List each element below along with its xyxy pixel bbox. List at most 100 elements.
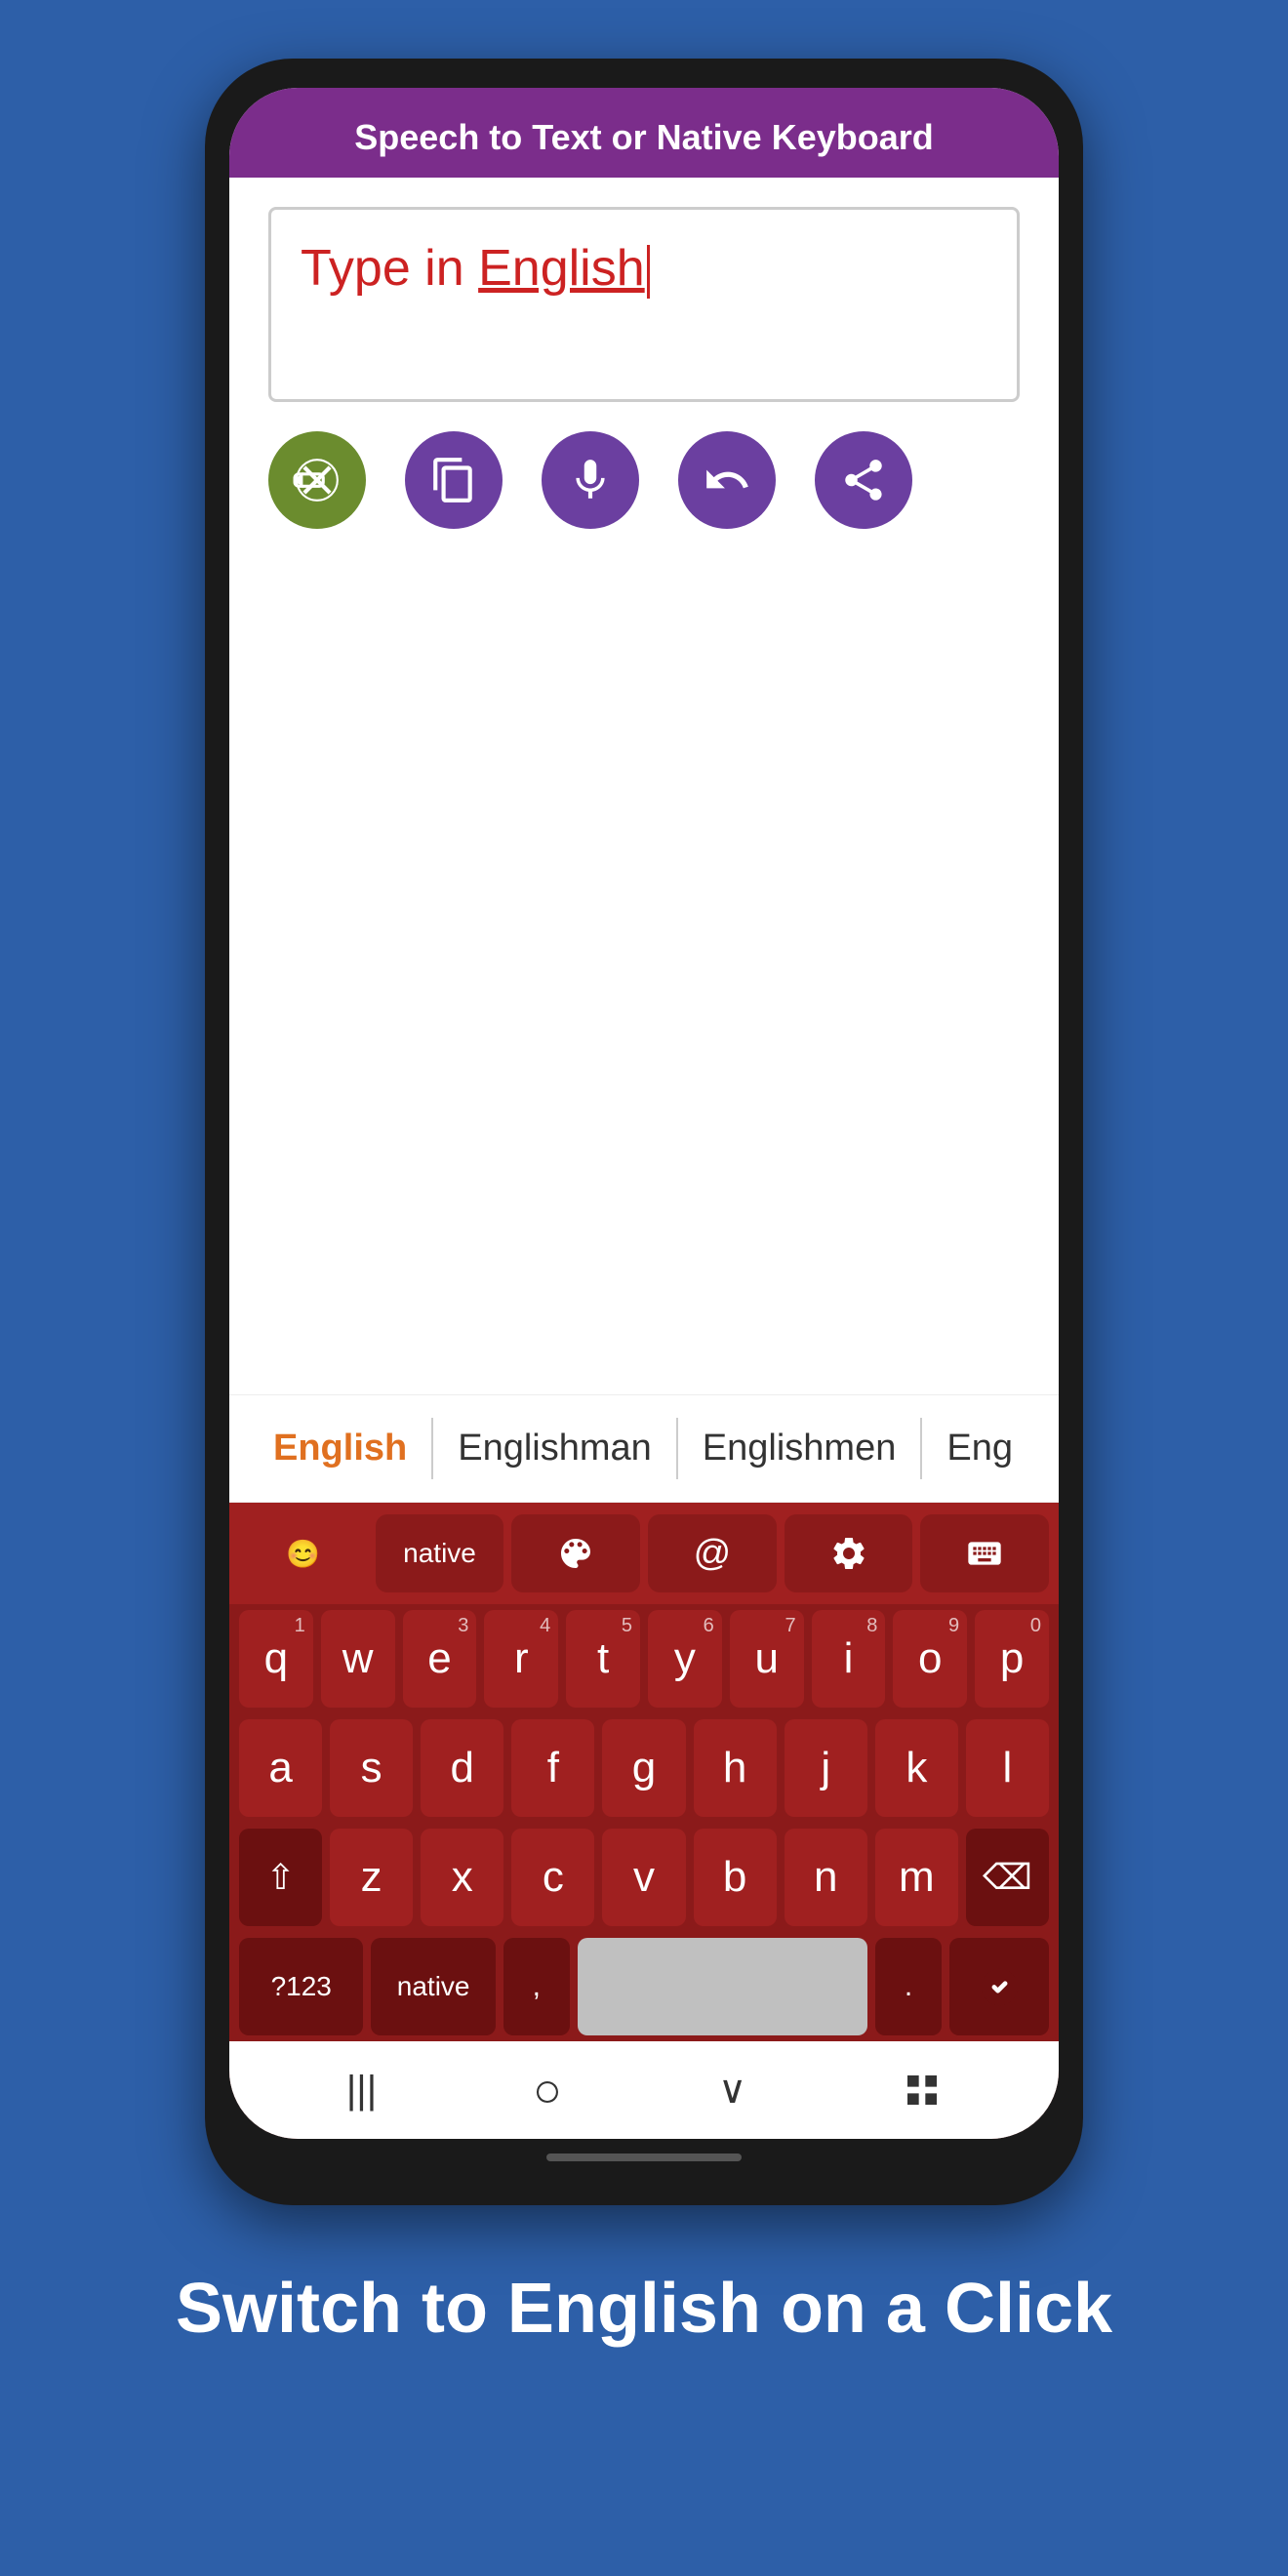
key-z[interactable]: z — [330, 1829, 413, 1926]
keyboard-switch-icon — [965, 1534, 1004, 1573]
at-button[interactable]: @ — [648, 1514, 777, 1592]
key-a[interactable]: a — [239, 1719, 322, 1817]
keyboard-row-1: 1q w 3e 4r 5t 6y 7u 8i 9o 0p — [229, 1604, 1059, 1713]
app-header: Speech to Text or Native Keyboard — [229, 88, 1059, 178]
enter-key[interactable] — [949, 1938, 1049, 2035]
settings-button[interactable] — [785, 1514, 913, 1592]
key-t-number: 5 — [622, 1615, 632, 1637]
keyboard-row-4: ?123 native , . — [229, 1932, 1059, 2041]
shift-key[interactable]: ⇧ — [239, 1829, 322, 1926]
palette-icon — [556, 1534, 595, 1573]
keyboard-switch-button[interactable] — [920, 1514, 1049, 1592]
bottom-tagline: Switch to English on a Click — [98, 2205, 1190, 2414]
key-s[interactable]: s — [330, 1719, 413, 1817]
key-u[interactable]: 7u — [730, 1610, 804, 1708]
key-f[interactable]: f — [511, 1719, 594, 1817]
suggestion-eng[interactable]: Eng — [922, 1413, 1037, 1484]
back-button[interactable]: ||| — [346, 2069, 377, 2113]
key-h[interactable]: h — [694, 1719, 777, 1817]
key-q-number: 1 — [295, 1615, 305, 1637]
at-icon: @ — [694, 1533, 732, 1575]
copy-icon — [429, 456, 478, 504]
backspace-key[interactable]: ⌫ — [966, 1829, 1049, 1926]
space-key[interactable] — [578, 1938, 867, 2035]
home-button[interactable]: ○ — [533, 2062, 562, 2118]
delete-button[interactable] — [268, 431, 366, 529]
key-m[interactable]: m — [875, 1829, 958, 1926]
key-w[interactable]: w — [321, 1610, 395, 1708]
suggestion-englishman[interactable]: Englishman — [433, 1413, 676, 1484]
emoji-button[interactable]: 😊 — [239, 1514, 368, 1592]
key-t[interactable]: 5t — [566, 1610, 640, 1708]
phone-screen: Speech to Text or Native Keyboard Type i… — [229, 88, 1059, 2139]
navigation-bar: ||| ○ ∨ — [229, 2041, 1059, 2139]
microphone-button[interactable] — [542, 431, 639, 529]
suggestions-bar: English Englishman Englishmen Eng — [229, 1394, 1059, 1503]
share-button[interactable] — [815, 431, 912, 529]
action-buttons-row — [229, 412, 1059, 548]
key-i-number: 8 — [866, 1615, 877, 1637]
key-e-number: 3 — [458, 1615, 468, 1637]
type-in-label: Type in — [301, 240, 464, 297]
page-background: Speech to Text or Native Keyboard Type i… — [0, 0, 1288, 2576]
down-button[interactable]: ∨ — [718, 2068, 746, 2113]
undo-icon — [703, 456, 751, 504]
key-l[interactable]: l — [966, 1719, 1049, 1817]
comma-key[interactable]: , — [503, 1938, 570, 2035]
keyboard: 😊 native @ — [229, 1503, 1059, 2139]
language-label: English — [478, 240, 645, 297]
phone-bottom-bar — [546, 2153, 742, 2161]
copy-button[interactable] — [405, 431, 503, 529]
key-x[interactable]: x — [421, 1829, 503, 1926]
share-icon — [839, 456, 888, 504]
down-icon: ∨ — [718, 2068, 746, 2113]
key-i[interactable]: 8i — [812, 1610, 886, 1708]
key-c[interactable]: c — [511, 1829, 594, 1926]
key-u-number: 7 — [785, 1615, 795, 1637]
cursor — [647, 245, 650, 299]
key-e[interactable]: 3e — [403, 1610, 477, 1708]
grid-icon — [903, 2071, 942, 2110]
key-v[interactable]: v — [602, 1829, 685, 1926]
spacer — [229, 548, 1059, 1394]
type-placeholder: Type in English — [301, 240, 650, 297]
key-q[interactable]: 1q — [239, 1610, 313, 1708]
back-icon: ||| — [346, 2069, 377, 2113]
undo-button[interactable] — [678, 431, 776, 529]
native-label: native — [403, 1538, 476, 1569]
microphone-icon — [566, 456, 615, 504]
key-p-number: 0 — [1030, 1615, 1041, 1637]
app-title: Speech to Text or Native Keyboard — [354, 117, 934, 157]
key-d[interactable]: d — [421, 1719, 503, 1817]
native-top-button[interactable]: native — [376, 1514, 504, 1592]
period-key[interactable]: . — [875, 1938, 942, 2035]
numbers-key[interactable]: ?123 — [239, 1938, 363, 2035]
home-icon: ○ — [533, 2062, 562, 2118]
key-j[interactable]: j — [785, 1719, 867, 1817]
key-o[interactable]: 9o — [893, 1610, 967, 1708]
key-r[interactable]: 4r — [484, 1610, 558, 1708]
key-o-number: 9 — [948, 1615, 959, 1637]
delete-icon — [293, 456, 342, 504]
keyboard-top-row: 😊 native @ — [229, 1503, 1059, 1604]
key-n[interactable]: n — [785, 1829, 867, 1926]
key-y-number: 6 — [704, 1615, 714, 1637]
phone-frame: Speech to Text or Native Keyboard Type i… — [205, 59, 1083, 2205]
palette-button[interactable] — [511, 1514, 640, 1592]
text-input-area[interactable]: Type in English — [268, 207, 1020, 402]
key-g[interactable]: g — [602, 1719, 685, 1817]
suggestion-english[interactable]: English — [249, 1413, 431, 1484]
keyboard-row-3: ⇧ z x c v b n m ⌫ — [229, 1823, 1059, 1932]
key-y[interactable]: 6y — [648, 1610, 722, 1708]
settings-icon — [829, 1534, 868, 1573]
keyboard-row-2: a s d f g h j k l — [229, 1713, 1059, 1823]
grid-button[interactable] — [903, 2071, 942, 2110]
key-r-number: 4 — [540, 1615, 550, 1637]
native-bottom-key[interactable]: native — [371, 1938, 495, 2035]
suggestion-englishmen[interactable]: Englishmen — [678, 1413, 921, 1484]
checkmark-icon — [978, 1965, 1022, 2009]
key-k[interactable]: k — [875, 1719, 958, 1817]
emoji-icon: 😊 — [286, 1538, 320, 1570]
key-b[interactable]: b — [694, 1829, 777, 1926]
key-p[interactable]: 0p — [975, 1610, 1049, 1708]
